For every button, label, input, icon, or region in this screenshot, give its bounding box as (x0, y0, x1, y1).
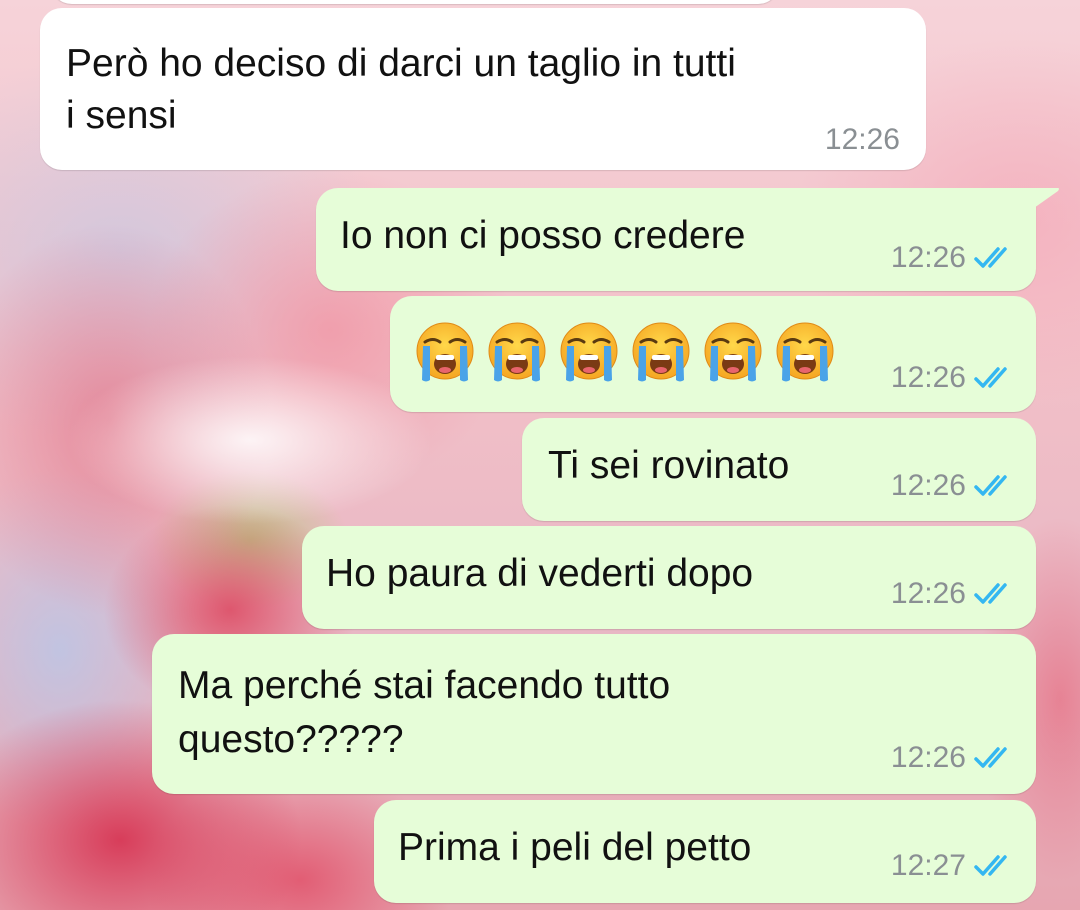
message-bubble-outgoing[interactable]: Io non ci posso credere 12:26 (316, 188, 1059, 291)
double-check-icon (974, 583, 1007, 604)
message-meta: 12:26 (891, 468, 1016, 504)
message-text-line: Però ho deciso di darci un taglio in tut… (66, 42, 736, 85)
message-bubble-outgoing[interactable]: 12:26 (390, 296, 1036, 412)
message-time: 12:26 (890, 741, 966, 774)
double-check-icon (974, 367, 1007, 388)
previous-message-bubble[interactable] (50, 0, 780, 4)
message-text: Io non ci posso credere (340, 214, 746, 257)
message-text-line: questo????? (178, 718, 404, 761)
message-text-line: i sensi (66, 94, 177, 137)
message-text: Ti sei rovinato (548, 444, 790, 487)
message-text-line: Ma perché stai facendo tutto (178, 664, 671, 707)
message-time: 12:27 (890, 849, 966, 882)
bubble-tail (1034, 188, 1059, 208)
message-meta: 12:26 (891, 740, 1016, 776)
message-bubble-outgoing[interactable]: Ma perché stai facendo tutto questo?????… (152, 634, 1036, 794)
message-meta: 12:26 (891, 360, 1016, 396)
message-meta: 12:27 (891, 848, 1016, 884)
double-check-icon (974, 855, 1007, 876)
message-meta: 12:26 (891, 576, 1016, 612)
message-time: 12:26 (890, 361, 966, 394)
double-check-icon (974, 475, 1007, 496)
message-time: 12:26 (890, 469, 966, 502)
double-check-icon (974, 247, 1007, 268)
loudly-crying-face-emoji (416, 322, 474, 382)
loudly-crying-face-emoji (560, 322, 618, 382)
loudly-crying-face-emoji (776, 322, 834, 382)
message-time: 12:26 (824, 123, 900, 156)
message-time: 12:26 (890, 241, 966, 274)
message-bubble-outgoing[interactable]: Ho paura di vederti dopo 12:26 (302, 526, 1036, 629)
emoji-row (414, 320, 836, 384)
loudly-crying-face-emoji (488, 322, 546, 382)
double-check-icon (974, 747, 1007, 768)
message-bubble-outgoing[interactable]: Prima i peli del petto 12:27 (374, 800, 1036, 903)
loudly-crying-face-emoji (632, 322, 690, 382)
message-text: Prima i peli del petto (398, 826, 752, 869)
message-meta: 12:26 (891, 240, 1016, 276)
message-meta: 12:26 (825, 122, 900, 158)
message-bubble-outgoing[interactable]: Ti sei rovinato 12:26 (522, 418, 1036, 521)
message-text: Ho paura di vederti dopo (326, 552, 754, 595)
loudly-crying-face-emoji (704, 322, 762, 382)
message-bubble-incoming[interactable]: Però ho deciso di darci un taglio in tut… (40, 8, 926, 170)
message-time: 12:26 (890, 577, 966, 610)
